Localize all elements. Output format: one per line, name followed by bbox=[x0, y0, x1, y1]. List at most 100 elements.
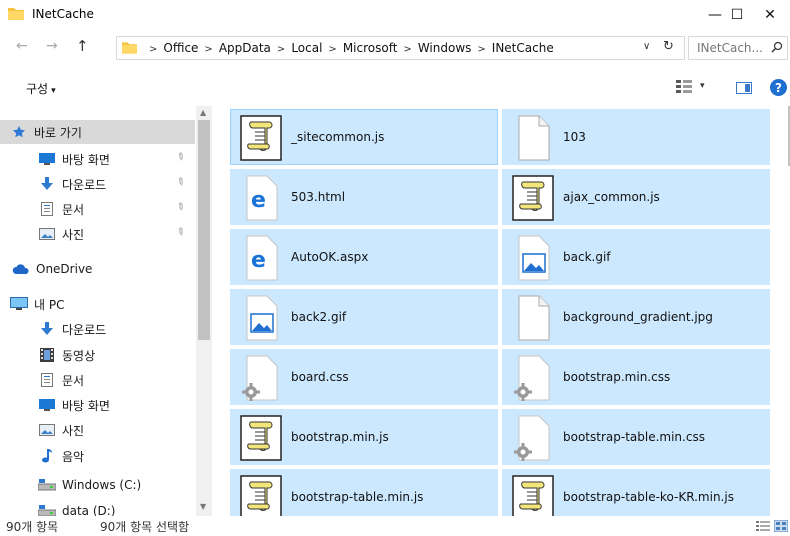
breadcrumb-separator-icon[interactable]: > bbox=[149, 44, 157, 55]
sidebar-item[interactable]: 바탕 화면 bbox=[0, 393, 195, 417]
file-tile[interactable]: bootstrap-table.min.js bbox=[230, 469, 498, 516]
sidebar-item[interactable]: 바로 가기 bbox=[0, 120, 195, 144]
image-icon bbox=[511, 234, 555, 282]
breadcrumb-separator-icon[interactable]: > bbox=[328, 44, 336, 55]
breadcrumb-item[interactable]: Office bbox=[163, 41, 198, 55]
preview-pane-icon[interactable] bbox=[736, 82, 752, 94]
pin-icon: ✎ bbox=[173, 175, 187, 190]
sidebar-item-label: 사진 bbox=[62, 227, 85, 242]
item-count: 90개 항목 bbox=[6, 520, 59, 534]
sidebar-item-label: 바로 가기 bbox=[34, 125, 82, 140]
file-tile[interactable]: bootstrap-table-ko-KR.min.js bbox=[502, 469, 770, 516]
search-input[interactable]: INetCach... bbox=[697, 41, 763, 55]
scroll-down-arrow-icon[interactable]: ▼ bbox=[200, 502, 206, 511]
breadcrumb-item[interactable]: INetCache bbox=[492, 41, 554, 55]
file-tile[interactable]: board.css bbox=[230, 349, 498, 405]
navigation-pane: 바로 가기 바탕 화면 ✎ 다운로드 ✎ 문서 ✎ 사진 ✎ OneDrive 내 PC 다운로드 동영… bbox=[0, 106, 212, 516]
file-tile[interactable]: e AutoOK.aspx bbox=[230, 229, 498, 285]
file-name: bootstrap-table.min.css bbox=[563, 430, 705, 444]
file-tile[interactable]: bootstrap-table.min.css bbox=[502, 409, 770, 465]
sidebar-item-label: 동영상 bbox=[62, 348, 96, 363]
sidebar-item[interactable]: 문서 bbox=[0, 368, 195, 392]
download-icon bbox=[38, 176, 56, 192]
sidebar-item-label: 다운로드 bbox=[62, 322, 107, 337]
sidebar-item[interactable]: 음악 bbox=[0, 444, 195, 468]
up-button[interactable]: ↑ bbox=[76, 37, 89, 55]
sidebar-item[interactable]: 내 PC bbox=[0, 292, 195, 316]
file-name: background_gradient.jpg bbox=[563, 310, 713, 324]
file-name: AutoOK.aspx bbox=[291, 250, 369, 264]
breadcrumb-item[interactable]: Local bbox=[291, 41, 322, 55]
pin-icon: ✎ bbox=[173, 225, 187, 240]
computer-icon bbox=[10, 296, 28, 312]
organize-menu[interactable]: 구성 ▾ bbox=[26, 80, 56, 97]
sidebar-item[interactable]: Windows (C:) bbox=[0, 473, 195, 497]
file-name: ajax_common.js bbox=[563, 190, 660, 204]
sidebar-item[interactable]: 다운로드 bbox=[0, 317, 195, 341]
breadcrumb-separator-icon[interactable]: > bbox=[403, 44, 411, 55]
download-icon bbox=[38, 321, 56, 337]
file-tile[interactable]: bootstrap.min.js bbox=[230, 409, 498, 465]
close-button[interactable]: ✕ bbox=[750, 0, 790, 30]
file-tile[interactable]: 103 bbox=[502, 109, 770, 165]
star-icon bbox=[10, 124, 28, 140]
sidebar-item[interactable]: data (D:) bbox=[0, 499, 195, 516]
organize-label: 구성 bbox=[26, 82, 49, 96]
svg-text:e: e bbox=[251, 248, 266, 273]
file-list: _sitecommon.js 103 e 503.html ajax_common.js… bbox=[212, 106, 790, 516]
forward-button[interactable]: → bbox=[46, 38, 58, 54]
tiles-view-icon[interactable] bbox=[774, 520, 788, 532]
pictures-icon bbox=[38, 226, 56, 242]
file-tile[interactable]: bootstrap.min.css bbox=[502, 349, 770, 405]
refresh-button[interactable]: ↻ bbox=[663, 39, 674, 54]
drive-icon bbox=[38, 503, 56, 516]
sidebar-item[interactable]: 다운로드 ✎ bbox=[0, 172, 195, 196]
breadcrumb-separator-icon[interactable]: > bbox=[204, 44, 212, 55]
chevron-down-icon[interactable]: ▾ bbox=[700, 81, 705, 91]
script-icon bbox=[239, 114, 283, 162]
file-tile[interactable]: back2.gif bbox=[230, 289, 498, 345]
address-bar[interactable]: > Office > AppData > Local > Microsoft > Windows >… bbox=[116, 36, 685, 60]
file-tile[interactable]: e 503.html bbox=[230, 169, 498, 225]
details-view-icon[interactable] bbox=[756, 520, 770, 532]
file-tile[interactable]: background_gradient.jpg bbox=[502, 289, 770, 345]
scroll-up-arrow-icon[interactable]: ▲ bbox=[200, 108, 206, 117]
breadcrumb-item[interactable]: AppData bbox=[219, 41, 271, 55]
edge-icon: e bbox=[239, 174, 283, 222]
file-tile[interactable]: back.gif bbox=[502, 229, 770, 285]
file-name: 503.html bbox=[291, 190, 346, 204]
drive-icon bbox=[38, 477, 56, 493]
css-gear-icon bbox=[511, 414, 555, 462]
sidebar-item[interactable]: 바탕 화면 ✎ bbox=[0, 147, 195, 171]
blank-file-icon bbox=[511, 114, 555, 162]
sidebar-item-label: 문서 bbox=[62, 202, 85, 217]
sidebar-item[interactable]: 문서 ✎ bbox=[0, 197, 195, 221]
file-name: back.gif bbox=[563, 250, 611, 264]
back-button[interactable]: ← bbox=[16, 38, 28, 54]
navigation-scrollbar[interactable]: ▲ ▼ bbox=[196, 106, 212, 516]
sidebar-item[interactable]: 사진 ✎ bbox=[0, 222, 195, 246]
svg-text:e: e bbox=[251, 188, 266, 213]
navigation-row: ← → ↑ > Office > AppData > Local > Microsoft > Wi… bbox=[0, 32, 790, 64]
file-tile[interactable]: _sitecommon.js bbox=[230, 109, 498, 165]
search-box[interactable]: INetCach... bbox=[688, 36, 788, 60]
folder-icon bbox=[122, 42, 137, 54]
script-icon bbox=[239, 414, 283, 462]
breadcrumb-separator-icon[interactable]: > bbox=[477, 44, 485, 55]
breadcrumb-item[interactable]: Windows bbox=[418, 41, 472, 55]
help-icon[interactable]: ? bbox=[770, 79, 787, 96]
view-options-icon[interactable] bbox=[676, 80, 692, 94]
sidebar-item-label: data (D:) bbox=[62, 504, 116, 516]
breadcrumb-separator-icon[interactable]: > bbox=[277, 44, 285, 55]
sidebar-item[interactable]: 동영상 bbox=[0, 343, 195, 367]
file-tile[interactable]: ajax_common.js bbox=[502, 169, 770, 225]
address-dropdown-button[interactable]: ∨ bbox=[643, 41, 650, 52]
sidebar-item[interactable]: OneDrive bbox=[0, 257, 195, 281]
scrollbar-thumb[interactable] bbox=[198, 120, 210, 340]
sidebar-item[interactable]: 사진 bbox=[0, 418, 195, 442]
desktop-icon bbox=[38, 151, 56, 167]
video-icon bbox=[38, 347, 56, 363]
breadcrumb-item[interactable]: Microsoft bbox=[343, 41, 398, 55]
title-bar: INetCache — ☐ ✕ bbox=[0, 0, 790, 30]
chevron-down-icon: ▾ bbox=[51, 86, 56, 96]
